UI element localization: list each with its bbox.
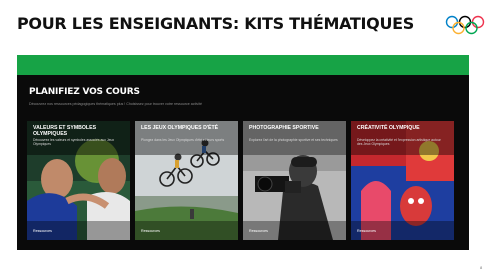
panel-subtitle: Découvrez nos ressources pédagogiques th…: [29, 102, 202, 106]
panel-title: PLANIFIEZ VOS COURS: [29, 87, 140, 97]
card-olympic-values[interactable]: VALEURS ET SYMBOLES OLYMPIQUES Découvrez…: [27, 121, 130, 240]
card-description: Explorez l'art de la photographie sporti…: [249, 138, 338, 142]
card-resources-link[interactable]: Ressources: [249, 229, 268, 233]
slide: POUR LES ENSEIGNANTS: KITS THÉMATIQUES P…: [0, 0, 489, 280]
card-title: VALEURS ET SYMBOLES OLYMPIQUES: [33, 125, 97, 137]
card-summer-games[interactable]: LES JEUX OLYMPIQUES D'ÉTÉ Plongez dans l…: [135, 121, 238, 240]
resources-panel: PLANIFIEZ VOS COURS Découvrez nos ressou…: [17, 55, 469, 250]
green-banner: [17, 55, 469, 75]
card-description: Découvrez les valeurs et symboles associ…: [33, 138, 115, 146]
card-sports-photography[interactable]: PHOTOGRAPHIE SPORTIVE Explorez l'art de …: [243, 121, 346, 240]
card-resources-link[interactable]: Ressources: [357, 229, 376, 233]
card-title: LES JEUX OLYMPIQUES D'ÉTÉ: [141, 125, 219, 131]
slide-title: POUR LES ENSEIGNANTS: KITS THÉMATIQUES: [17, 14, 415, 33]
card-description: Développez la créativité et l'expression…: [357, 138, 441, 146]
card-title: CRÉATIVITÉ OLYMPIQUE: [357, 125, 420, 131]
page-number: 8: [480, 265, 483, 270]
card-resources-link[interactable]: Ressources: [141, 229, 160, 233]
card-title: PHOTOGRAPHIE SPORTIVE: [249, 125, 319, 131]
card-description: Plongez dans les Jeux Olympiques d'été e…: [141, 138, 225, 142]
card-resources-link[interactable]: Ressources: [33, 229, 52, 233]
olympic-rings-logo: [445, 15, 485, 35]
card-olympic-creativity[interactable]: CRÉATIVITÉ OLYMPIQUE Développez la créat…: [351, 121, 454, 240]
